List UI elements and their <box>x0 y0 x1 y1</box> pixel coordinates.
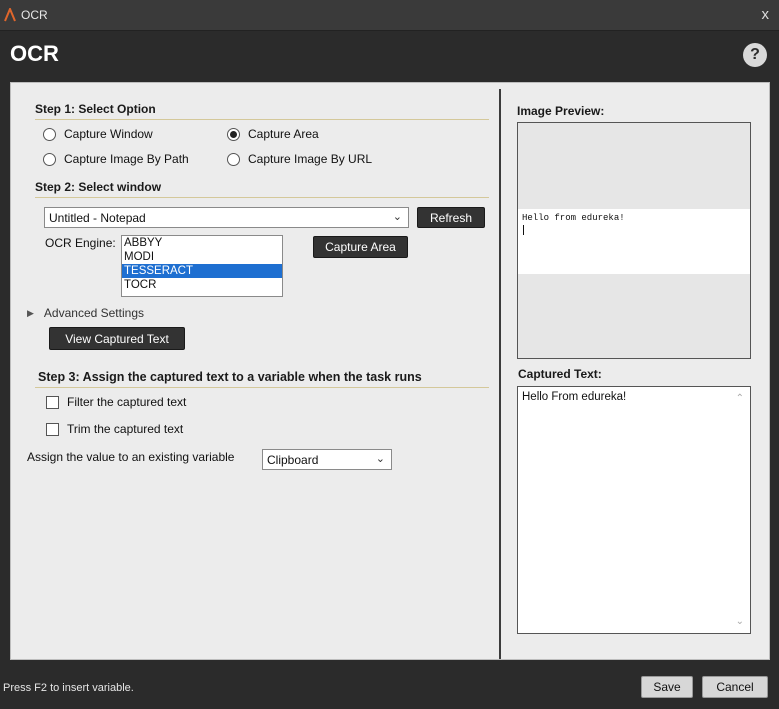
scroll-down-icon[interactable]: ⌄ <box>736 616 744 627</box>
window-title: OCR <box>21 8 48 22</box>
view-captured-text-button[interactable]: View Captured Text <box>49 327 185 350</box>
radio-label: Capture Area <box>248 127 319 141</box>
title-bar: OCR x <box>0 0 779 31</box>
ocr-engine-label: OCR Engine: <box>45 236 116 250</box>
advanced-settings-label: Advanced Settings <box>43 306 144 320</box>
ocr-engine-list[interactable]: ABBYY MODI TESSERACT TOCR <box>121 235 283 297</box>
status-bar: Press F2 to insert variable. Save Cancel <box>0 671 779 709</box>
variable-select-value: Clipboard <box>267 452 319 467</box>
radio-dot[interactable] <box>43 152 56 166</box>
preview-image-text: Hello from edureka! <box>522 213 625 223</box>
captured-text-area[interactable]: Hello From edureka! ⌃ ⌄ <box>517 386 751 634</box>
checkbox-box[interactable] <box>46 395 59 409</box>
capture-area-button[interactable]: Capture Area <box>313 236 408 258</box>
radio-dot-selected[interactable] <box>227 127 240 141</box>
trim-captured-text-checkbox[interactable]: Trim the captured text <box>46 422 183 436</box>
radio-capture-area[interactable]: Capture Area <box>227 127 319 141</box>
app-logo-icon <box>4 8 16 22</box>
preview-image: Hello from edureka! <box>518 209 750 274</box>
list-item[interactable]: MODI <box>122 250 282 264</box>
window-select[interactable]: Untitled - Notepad ⌄ <box>44 207 409 228</box>
image-preview-title: Image Preview: <box>517 104 605 118</box>
advanced-settings-toggle[interactable]: ▶ Advanced Settings <box>27 306 144 320</box>
step3-divider <box>35 387 489 388</box>
refresh-button[interactable]: Refresh <box>417 207 485 228</box>
step1-divider <box>35 119 489 120</box>
close-icon[interactable]: x <box>762 6 770 23</box>
dialog-header: OCR ? <box>0 31 779 80</box>
radio-dot[interactable] <box>43 127 56 141</box>
cancel-button[interactable]: Cancel <box>702 676 768 698</box>
scroll-up-icon[interactable]: ⌃ <box>736 393 744 404</box>
radio-label: Capture Image By Path <box>64 152 189 166</box>
captured-text-value: Hello From edureka! <box>522 391 627 403</box>
main-panel: Step 1: Select Option Capture Window Cap… <box>10 82 770 660</box>
chevron-down-icon[interactable]: ⌄ <box>393 210 402 223</box>
list-item-selected[interactable]: TESSERACT <box>122 264 282 278</box>
radio-capture-image-by-path[interactable]: Capture Image By Path <box>43 152 189 166</box>
checkbox-label: Trim the captured text <box>67 422 184 436</box>
chevron-down-icon[interactable]: ⌄ <box>376 452 385 465</box>
variable-select[interactable]: Clipboard ⌄ <box>262 449 392 470</box>
list-item[interactable]: TOCR <box>122 278 282 292</box>
status-hint: Press F2 to insert variable. <box>3 682 134 694</box>
radio-capture-window[interactable]: Capture Window <box>43 127 153 141</box>
step2-title: Step 2: Select window <box>35 180 162 194</box>
text-caret <box>523 225 524 235</box>
step1-title: Step 1: Select Option <box>35 102 156 116</box>
step2-divider <box>35 197 489 198</box>
step3-title: Step 3: Assign the captured text to a va… <box>38 370 422 384</box>
captured-text-title: Captured Text: <box>518 367 602 381</box>
radio-dot[interactable] <box>227 152 240 166</box>
expand-triangle-icon[interactable]: ▶ <box>27 308 34 319</box>
page-title: OCR <box>10 41 59 66</box>
save-button[interactable]: Save <box>641 676 693 698</box>
radio-capture-image-by-url[interactable]: Capture Image By URL <box>227 152 372 166</box>
radio-label: Capture Window <box>64 127 153 141</box>
help-icon[interactable]: ? <box>743 43 767 67</box>
checkbox-label: Filter the captured text <box>67 395 187 409</box>
radio-label: Capture Image By URL <box>248 152 373 166</box>
list-item[interactable]: ABBYY <box>122 236 282 250</box>
checkbox-box[interactable] <box>46 422 59 436</box>
window-select-value: Untitled - Notepad <box>49 210 146 225</box>
assign-variable-label: Assign the value to an existing variable <box>27 450 235 464</box>
filter-captured-text-checkbox[interactable]: Filter the captured text <box>46 395 186 409</box>
image-preview: Hello from edureka! <box>517 122 751 359</box>
panel-divider <box>499 89 501 659</box>
